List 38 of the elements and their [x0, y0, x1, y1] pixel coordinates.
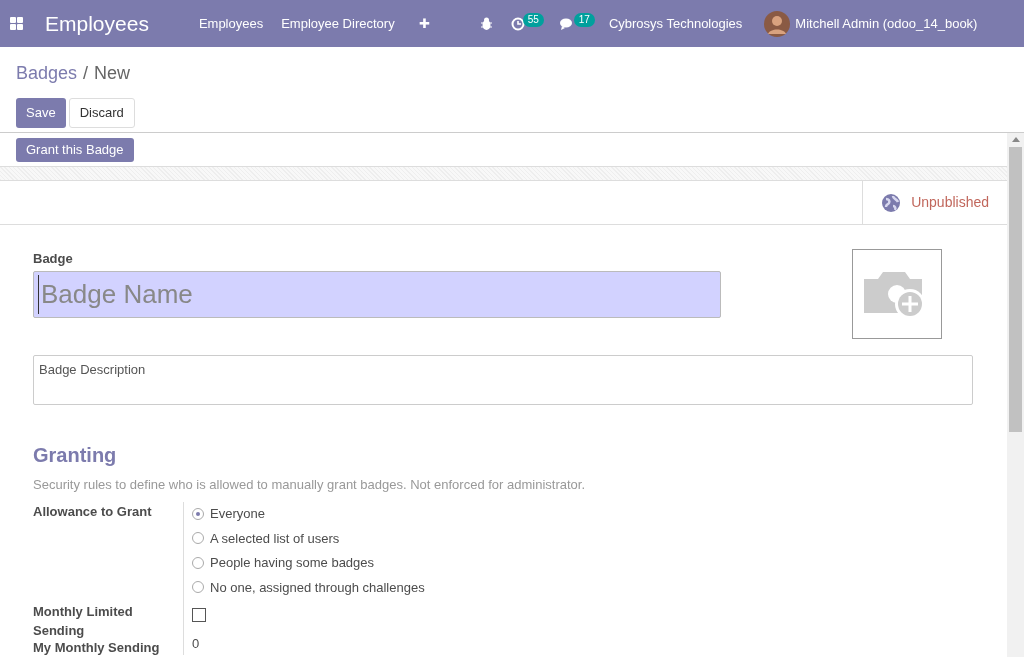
badge-description-field[interactable]: Badge Description [33, 355, 973, 405]
field-value: 0 [192, 635, 201, 651]
scrollbar[interactable] [1007, 133, 1024, 657]
field-label: Monthly Limited Sending [33, 602, 134, 640]
breadcrumb-current: New [94, 62, 131, 85]
field-label: My Monthly Sending [33, 639, 161, 655]
grant-badge-button[interactable]: Grant this Badge [16, 137, 134, 162]
bug-icon[interactable] [479, 17, 493, 30]
clock-icon[interactable] [510, 16, 525, 31]
field-label: Badge [33, 250, 74, 268]
save-button[interactable]: Save [16, 98, 66, 128]
discard-button[interactable]: Discard [68, 98, 135, 128]
radio-button[interactable] [192, 581, 204, 594]
user-avatar[interactable] [764, 10, 791, 37]
apps-menu-icon[interactable] [10, 17, 23, 30]
image-upload-icon[interactable] [852, 249, 942, 339]
section-title: Granting [33, 443, 118, 468]
user-menu[interactable]: Mitchell Admin (odoo_14_book) [795, 13, 978, 34]
breadcrumb-separator: / [83, 62, 89, 85]
radio-button[interactable] [192, 507, 204, 520]
checkbox[interactable] [192, 607, 206, 622]
menu-item[interactable]: Employee Directory [281, 13, 395, 34]
radio-button[interactable] [192, 532, 204, 545]
menu-item[interactable]: Employees [198, 13, 264, 34]
app-title: Employees [45, 10, 149, 37]
radio-button[interactable] [192, 556, 204, 569]
add-button[interactable]: ✚ [418, 13, 430, 34]
company-switcher[interactable]: Cybrosys Technologies [608, 13, 743, 34]
activity-count-badge: 55 [522, 12, 544, 27]
radio-label[interactable]: Everyone [210, 504, 265, 524]
section-help-text: Security rules to define who is allowed to manually grant badges. Not enforced for administrator. [33, 476, 587, 494]
radio-label[interactable]: A selected list of users [210, 528, 340, 548]
field-label: Allowance to Grant [33, 502, 153, 521]
globe-icon [881, 192, 902, 213]
breadcrumb-link[interactable]: Badges [16, 60, 78, 87]
radio-label[interactable]: People having some badges [210, 553, 375, 573]
radio-label[interactable]: No one, assigned through challenges [210, 577, 425, 597]
message-count-badge: 17 [573, 12, 595, 27]
